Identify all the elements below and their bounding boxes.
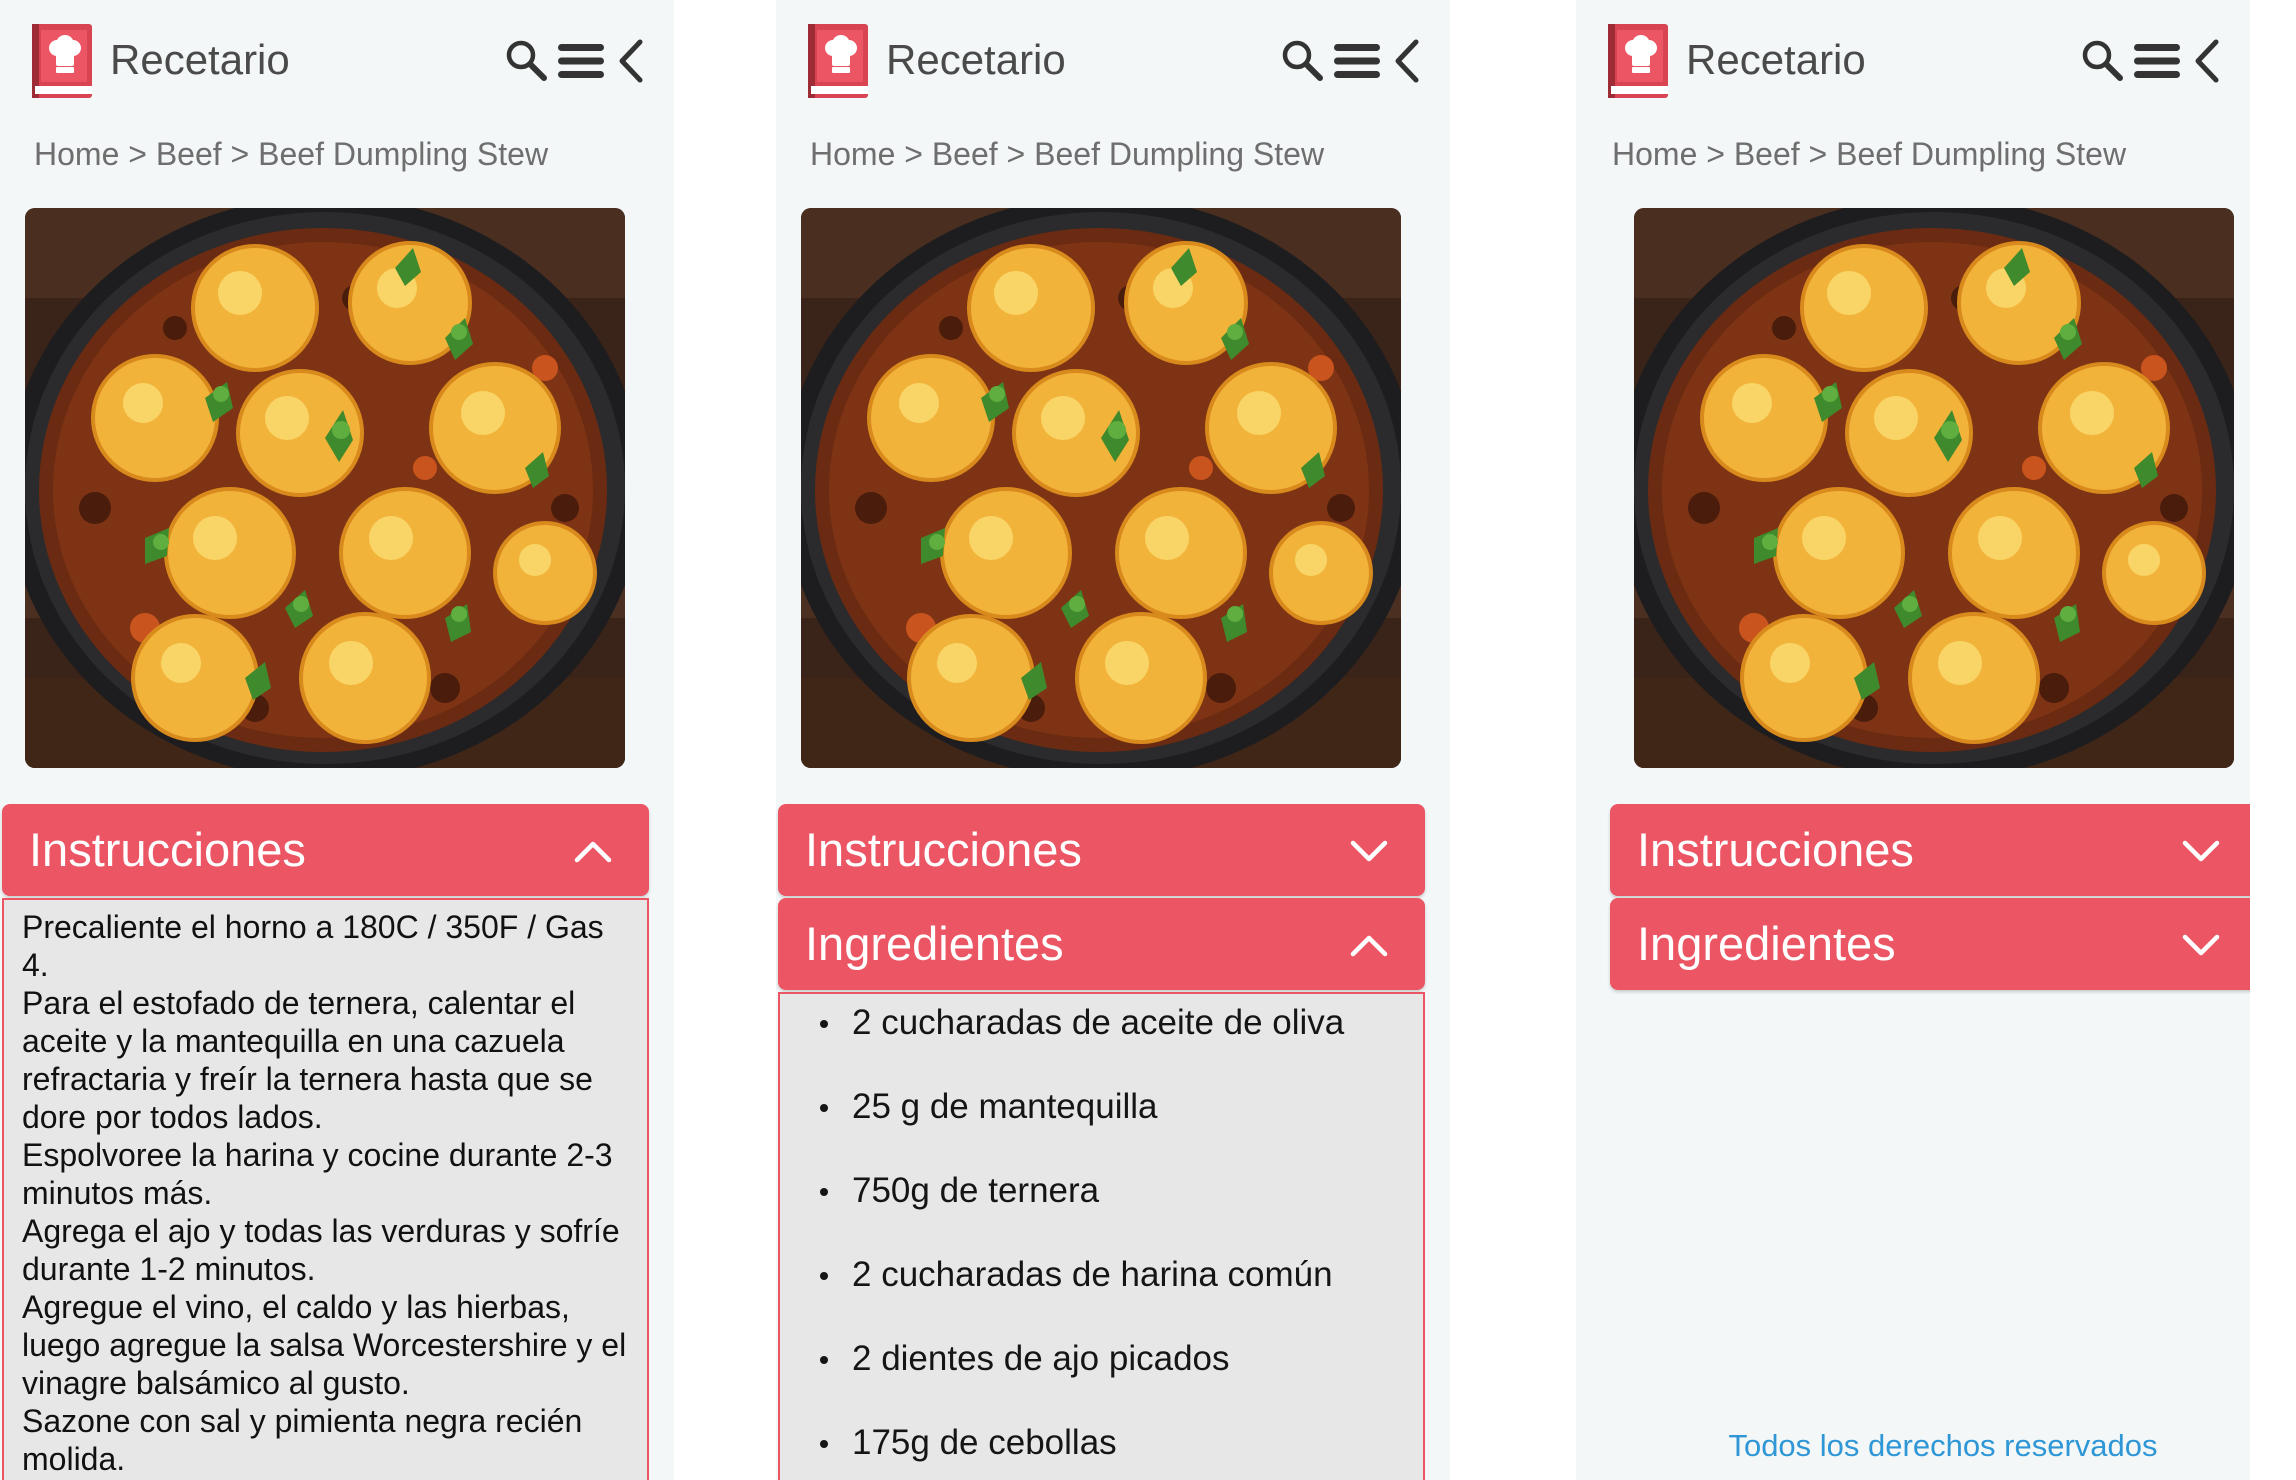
breadcrumb-separator: > (230, 136, 250, 172)
ingredient-text: 2 cucharadas de aceite de oliva (852, 1003, 1345, 1042)
app-title: Recetario (1686, 36, 1866, 83)
breadcrumb-separator: > (1006, 136, 1026, 172)
app-title: Recetario (110, 36, 290, 83)
breadcrumb-separator: > (1706, 136, 1725, 172)
instruction-line: refractaria y freír la ternera hasta que… (22, 1061, 593, 1097)
ingredients-accordion-header[interactable]: Ingredientes (778, 898, 1425, 990)
back-chevron-icon[interactable] (2192, 38, 2222, 84)
chevron-up-icon (574, 841, 612, 863)
breadcrumb-separator: > (904, 136, 923, 172)
instruction-line: aceite y la mantequilla en una cazuela (22, 1023, 565, 1059)
instruction-line: Sazone con sal y pimienta negra recién (22, 1403, 583, 1439)
screen-instructions-open: Recetario Home > Beef > Beef Dumpling St… (0, 0, 674, 1480)
recipe-book-logo-icon (32, 24, 92, 98)
back-chevron-icon[interactable] (1392, 38, 1422, 84)
search-icon[interactable] (1280, 38, 1324, 82)
ingredient-text: 25 g de mantequilla (852, 1087, 1158, 1126)
recipe-book-logo-icon (1608, 24, 1668, 98)
breadcrumb: Home > Beef > Beef Dumpling Stew (34, 132, 548, 176)
search-icon[interactable] (504, 38, 548, 82)
breadcrumb: Home > Beef > Beef Dumpling Stew (810, 132, 1324, 176)
back-chevron-icon[interactable] (616, 38, 646, 84)
instruction-line: luego agregue la salsa Worcestershire y … (22, 1327, 627, 1363)
instructions-title: Instrucciones (805, 823, 1082, 876)
instructions-content: Precaliente el horno a 180C / 350F / Gas… (2, 898, 649, 1480)
instruction-line: Para el estofado de ternera, calentar el (22, 985, 576, 1021)
chevron-down-icon (2182, 934, 2220, 956)
screen-ingredients-open: Recetario Home > Beef > Beef Dumpling St… (776, 0, 1450, 1480)
ingredients-list: 2 cucharadas de aceite de oliva 25 g de m… (780, 994, 1423, 1480)
instructions-accordion-header[interactable]: Instrucciones (2, 804, 649, 896)
breadcrumb: Home > Beef > Beef Dumpling Stew (1612, 132, 2126, 176)
breadcrumb-home[interactable]: Home (1612, 136, 1697, 172)
app-bar: Recetario (1576, 0, 2250, 122)
chevron-down-icon (2182, 840, 2220, 862)
stew-pot-image (25, 208, 625, 768)
instructions-title: Instrucciones (1637, 823, 1914, 876)
breadcrumb-home[interactable]: Home (34, 136, 119, 172)
bullet-icon (820, 1440, 828, 1448)
ingredient-item: 2 cucharadas de aceite de oliva (780, 994, 1423, 1078)
app-bar: Recetario (0, 0, 674, 122)
breadcrumb-category[interactable]: Beef (156, 136, 222, 172)
instruction-line: vinagre balsámico al gusto. (22, 1365, 410, 1401)
instruction-line: Espolvoree la harina y cocine durante 2-… (22, 1137, 613, 1173)
recipe-photo (25, 208, 625, 768)
instruction-line: molida. (22, 1441, 126, 1477)
breadcrumb-category[interactable]: Beef (932, 136, 998, 172)
instruction-line: Precaliente el horno a 180C / 350F / Gas (22, 909, 604, 945)
instructions-accordion-header[interactable]: Instrucciones (1610, 804, 2250, 896)
chevron-down-icon (1350, 840, 1388, 862)
breadcrumb-separator: > (128, 136, 147, 172)
hamburger-menu-icon[interactable] (558, 42, 604, 80)
instruction-line: 4. (22, 947, 49, 983)
ingredient-text: 750g de ternera (852, 1171, 1100, 1210)
breadcrumb-home[interactable]: Home (810, 136, 895, 172)
bullet-icon (820, 1272, 828, 1280)
hamburger-menu-icon[interactable] (1334, 42, 1380, 80)
breadcrumb-category[interactable]: Beef (1734, 136, 1800, 172)
footer-copyright[interactable]: Todos los derechos reservados (1636, 1428, 2250, 1464)
instruction-line: dore por todos lados. (22, 1099, 323, 1135)
stew-pot-image (1634, 208, 2234, 768)
search-icon[interactable] (2080, 38, 2124, 82)
bullet-icon (820, 1356, 828, 1364)
ingredients-title: Ingredientes (1637, 917, 1896, 970)
chevron-up-icon (1350, 935, 1388, 957)
recipe-photo (1634, 208, 2234, 768)
stew-pot-image (801, 208, 1401, 768)
breadcrumb-current: Beef Dumpling Stew (258, 136, 549, 172)
recipe-book-logo-icon (808, 24, 868, 98)
ingredient-text: 175g de cebollas (852, 1423, 1117, 1462)
screen-all-collapsed: Recetario Home > Beef > Beef Dumpling St… (1576, 0, 2250, 1480)
ingredients-content: 2 cucharadas de aceite de oliva 25 g de m… (778, 992, 1425, 1480)
bullet-icon (820, 1020, 828, 1028)
ingredients-title: Ingredientes (805, 917, 1064, 970)
ingredient-text: 2 cucharadas de harina común (852, 1255, 1333, 1294)
breadcrumb-current: Beef Dumpling Stew (1034, 136, 1325, 172)
instructions-accordion-header[interactable]: Instrucciones (778, 804, 1425, 896)
instructions-title: Instrucciones (29, 823, 306, 876)
breadcrumb-separator: > (1808, 136, 1828, 172)
instruction-line: minutos más. (22, 1175, 213, 1211)
instruction-line: Agregue el vino, el caldo y las hierbas, (22, 1289, 570, 1325)
hamburger-menu-icon[interactable] (2134, 42, 2180, 80)
ingredient-item: 175g de cebollas (780, 1414, 1423, 1480)
app-bar: Recetario (776, 0, 1450, 122)
bullet-icon (820, 1188, 828, 1196)
ingredient-item: 750g de ternera (780, 1162, 1423, 1246)
ingredient-item: 2 cucharadas de harina común (780, 1246, 1423, 1330)
ingredients-accordion-header[interactable]: Ingredientes (1610, 898, 2250, 990)
app-title: Recetario (886, 36, 1066, 83)
breadcrumb-current: Beef Dumpling Stew (1836, 136, 2127, 172)
ingredient-item: 2 dientes de ajo picados (780, 1330, 1423, 1414)
ingredient-text: 2 dientes de ajo picados (852, 1339, 1230, 1378)
instruction-line: durante 1-2 minutos. (22, 1251, 316, 1287)
bullet-icon (820, 1104, 828, 1112)
ingredient-item: 25 g de mantequilla (780, 1078, 1423, 1162)
instruction-line: Agrega el ajo y todas las verduras y sof… (22, 1213, 620, 1249)
recipe-photo (801, 208, 1401, 768)
